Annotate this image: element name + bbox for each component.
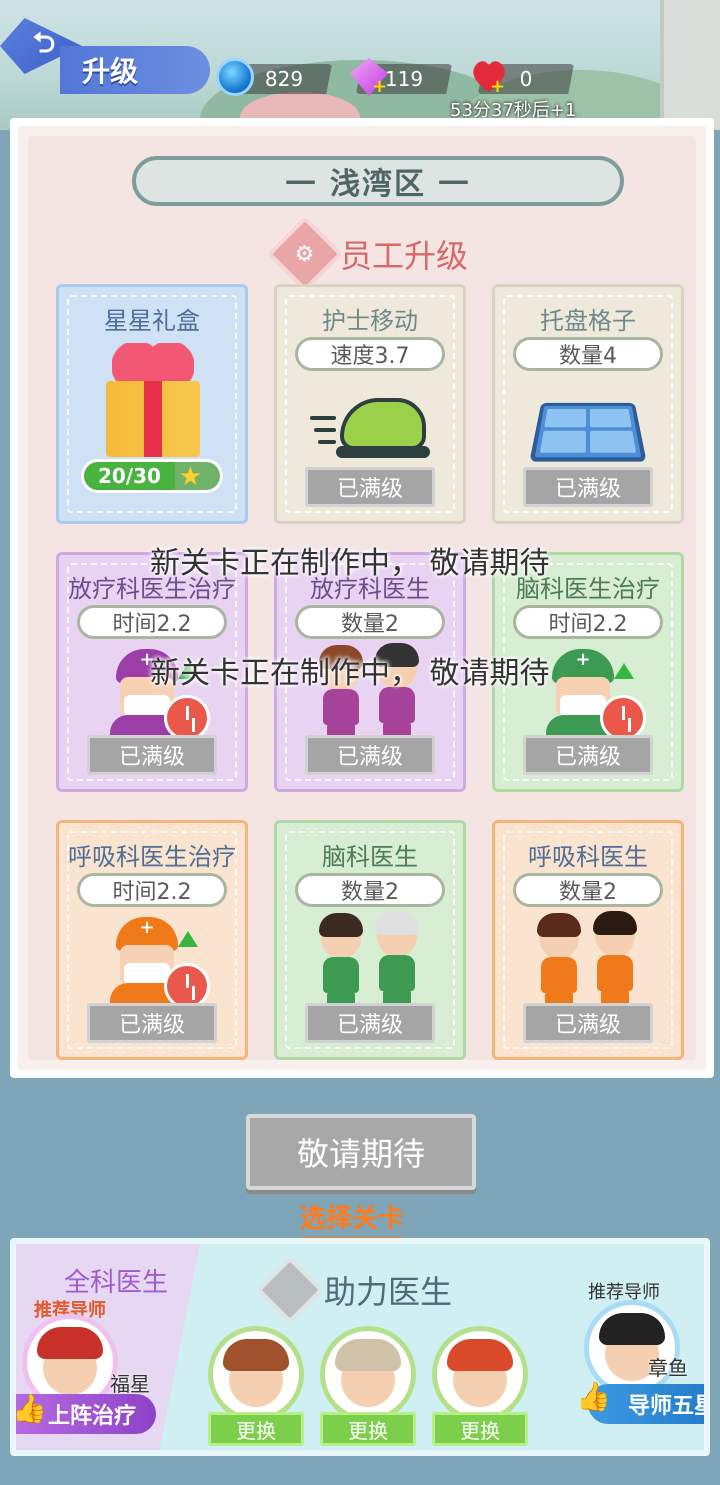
- helper-avatar-2[interactable]: [320, 1326, 416, 1422]
- card-title: 护士移动: [322, 307, 418, 335]
- card-title: 脑科医生: [322, 843, 418, 871]
- heart-count: 0: [519, 67, 533, 91]
- stat-pill: 时间2.2: [77, 605, 227, 639]
- card-title: 呼吸科医生: [528, 843, 648, 871]
- page-title: 升级: [60, 46, 210, 94]
- stat-pill: 速度3.7: [295, 337, 445, 371]
- helper-header: 助力医生: [256, 1256, 453, 1324]
- swap-button-1[interactable]: 更换: [208, 1412, 304, 1446]
- gift-box-icon: [92, 341, 212, 461]
- card-title: 托盘格子: [540, 307, 636, 335]
- max-level-button[interactable]: 已满级: [87, 1003, 217, 1043]
- max-level-button[interactable]: 已满级: [523, 735, 653, 775]
- coming-soon-overlay: 新关卡正在制作中， 敬请期待: [150, 546, 550, 581]
- max-level-button[interactable]: 已满级: [523, 1003, 653, 1043]
- card-star-gift-box[interactable]: 星星礼盒 20/30 ★: [56, 284, 248, 524]
- stat-pill: 数量4: [513, 337, 663, 371]
- thumbs-up-icon: 👍: [12, 1392, 47, 1425]
- swap-button-3[interactable]: 更换: [432, 1412, 528, 1446]
- card-nurse-move[interactable]: 护士移动 速度3.7 已满级: [274, 284, 466, 524]
- helper-avatar-3[interactable]: [432, 1326, 528, 1422]
- choose-level-link[interactable]: 选择关卡: [300, 1198, 405, 1240]
- card-neurology-doctor[interactable]: 脑科医生 数量2 已满级: [274, 820, 466, 1060]
- max-level-button[interactable]: 已满级: [305, 1003, 435, 1043]
- upgrade-panel-inner: 一 浅湾区 一 ⚙ 员工升级 星星礼盒 20/30 ★ 护士移动 速度3.7 已…: [28, 136, 696, 1060]
- helper-title: 助力医生: [324, 1273, 453, 1311]
- max-level-button[interactable]: 已满级: [305, 467, 435, 507]
- card-title: 星星礼盒: [104, 307, 200, 335]
- stay-tuned-button[interactable]: 敬请期待: [246, 1114, 476, 1190]
- up-arrow-icon: [178, 931, 198, 947]
- card-title: 呼吸科医生治疗: [68, 843, 236, 871]
- respiratory-doctor-icon: +: [102, 917, 210, 1013]
- coming-soon-overlay: 新关卡正在制作中， 敬请期待: [150, 656, 550, 691]
- max-level-button[interactable]: 已满级: [305, 735, 435, 775]
- card-respiratory-doctor[interactable]: 呼吸科医生 数量2 已满级: [492, 820, 684, 1060]
- section-header: ⚙ 员工升级: [266, 215, 469, 293]
- add-diamond-icon[interactable]: +: [372, 76, 387, 97]
- upgrade-panel: 一 浅湾区 一 ⚙ 员工升级 星星礼盒 20/30 ★ 护士移动 速度3.7 已…: [10, 118, 714, 1078]
- card-tray-slots[interactable]: 托盘格子 数量4 已满级: [492, 284, 684, 524]
- sneaker-icon: [310, 394, 430, 464]
- max-level-button[interactable]: 已满级: [523, 467, 653, 507]
- gem-count: 829: [264, 67, 304, 91]
- max-level-button[interactable]: 已满级: [87, 735, 217, 775]
- region-title: 一 浅湾区 一: [132, 156, 624, 206]
- gem-icon: [216, 58, 254, 96]
- doctor-badge-icon: [256, 1256, 324, 1324]
- diamond-count: 119: [384, 67, 424, 91]
- doctor-pair-icon: [305, 911, 435, 1015]
- add-heart-icon[interactable]: +: [490, 76, 505, 97]
- up-arrow-icon: [614, 663, 634, 679]
- star-progress-bar: 20/30 ★: [81, 459, 223, 493]
- staff-gear-icon: ⚙: [266, 215, 344, 293]
- tray-icon: [529, 402, 647, 462]
- doctor-pair-icon: [523, 911, 653, 1015]
- thumbs-up-icon: 👍: [576, 1380, 611, 1413]
- stat-pill: 时间2.2: [513, 605, 663, 639]
- card-respiratory-treatment[interactable]: 呼吸科医生治疗 时间2.2 + 已满级: [56, 820, 248, 1060]
- stat-pill: 数量2: [513, 873, 663, 907]
- gp-name: 福星: [110, 1372, 150, 1396]
- gp-title: 全科医生: [64, 1268, 169, 1298]
- stat-pill: 时间2.2: [77, 873, 227, 907]
- section-title: 员工升级: [340, 237, 469, 275]
- stat-pill: 数量2: [295, 605, 445, 639]
- star-icon: ★: [178, 462, 202, 492]
- helper-avatar-1[interactable]: [208, 1326, 304, 1422]
- doctor-panel: 全科医生 推荐导师 福星 上阵治疗 👍 助力医生 更换 更换 更换 推荐导师 章…: [10, 1238, 710, 1456]
- swap-button-2[interactable]: 更换: [320, 1412, 416, 1446]
- stat-pill: 数量2: [295, 873, 445, 907]
- progress-text: 20/30: [98, 464, 161, 488]
